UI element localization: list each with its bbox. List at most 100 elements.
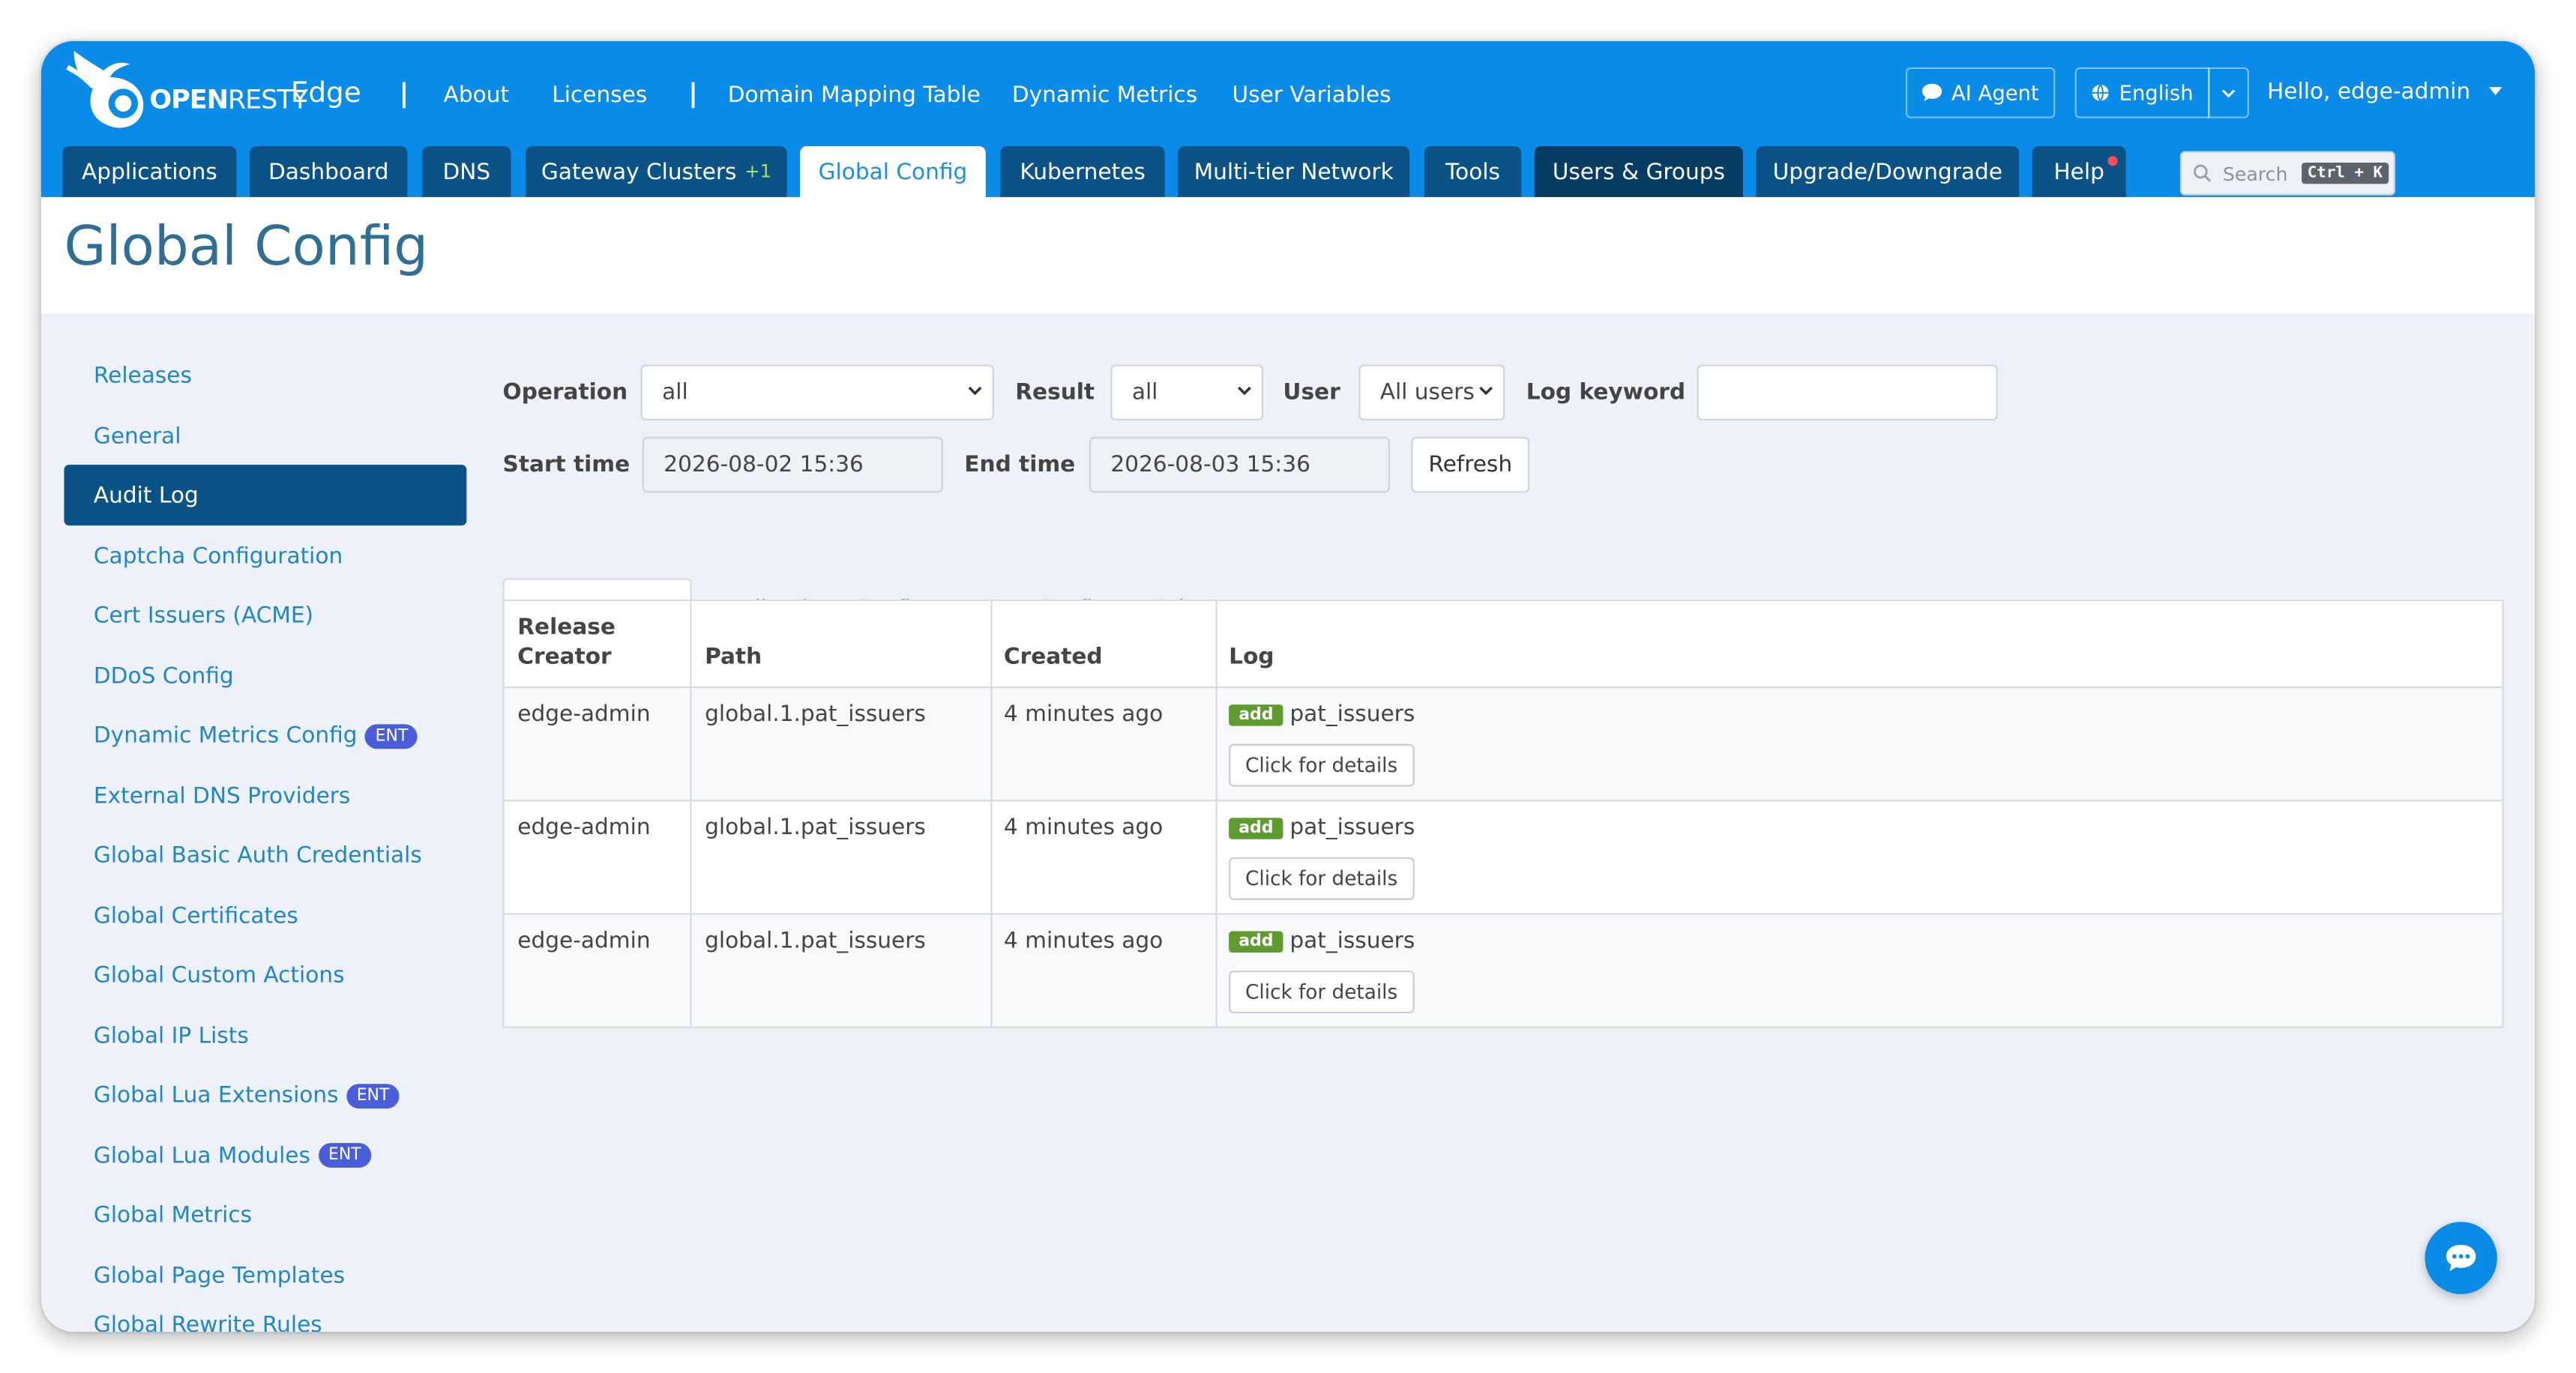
browser-window: OPENRESTY Edge | About Licenses | Domain… xyxy=(40,40,2536,1333)
add-badge: add xyxy=(1229,704,1284,726)
click-for-details-button[interactable]: Click for details xyxy=(1229,857,1415,900)
nav-separator: | xyxy=(688,76,698,109)
user-value: All users xyxy=(1379,379,1475,406)
tab-help[interactable]: Help xyxy=(2032,146,2126,197)
tab-tools[interactable]: Tools xyxy=(1424,146,1522,197)
start-time-label: Start time xyxy=(502,451,631,478)
sidebar-item-global-rewrite-rules[interactable]: Global Rewrite Rules xyxy=(64,1306,466,1332)
cell-log: add pat_issuers xyxy=(1229,928,1415,954)
log-keyword-label: Log keyword xyxy=(1526,379,1686,406)
result-select[interactable]: all xyxy=(1110,364,1264,420)
nav-link-about[interactable]: About xyxy=(444,82,509,109)
operation-select[interactable]: all xyxy=(640,364,994,420)
nav-link-user-variables[interactable]: User Variables xyxy=(1232,82,1391,109)
log-target: pat_issuers xyxy=(1289,701,1415,728)
table-divider xyxy=(504,686,2503,689)
sidebar-item-global-lua-extensions[interactable]: Global Lua Extensions ENT xyxy=(64,1066,466,1125)
openresty-logo[interactable]: OPENRESTY xyxy=(64,44,310,130)
result-label: Result xyxy=(1015,379,1095,406)
ent-badge: ENT xyxy=(318,1143,371,1168)
logo-wordmark: OPENRESTY xyxy=(149,83,308,115)
sidebar-item-global-certificates[interactable]: Global Certificates xyxy=(64,886,466,945)
chevron-down-icon xyxy=(2221,88,2236,97)
column-header-log: Log xyxy=(1229,644,1275,671)
tab-global-config[interactable]: Global Config xyxy=(800,146,986,197)
user-select[interactable]: All users xyxy=(1358,364,1505,420)
tab-applications[interactable]: Applications xyxy=(62,146,237,197)
sidebar-item-global-lua-modules[interactable]: Global Lua Modules ENT xyxy=(64,1126,466,1185)
cell-path: global.1.pat_issuers xyxy=(705,701,926,728)
search-box[interactable]: Search Ctrl + K xyxy=(2179,151,2395,196)
result-value: all xyxy=(1131,379,1158,406)
sidebar-item-cert-issuers[interactable]: Cert Issuers (ACME) xyxy=(64,586,466,645)
notification-dot xyxy=(2107,156,2118,166)
tab-gateway-clusters[interactable]: Gateway Clusters +1 xyxy=(526,146,787,197)
nav-link-dynamic-metrics[interactable]: Dynamic Metrics xyxy=(1012,82,1197,109)
tab-dashboard[interactable]: Dashboard xyxy=(250,146,408,197)
refresh-button[interactable]: Refresh xyxy=(1411,436,1530,493)
sidebar-item-dynamic-metrics-config[interactable]: Dynamic Metrics Config ENT xyxy=(64,706,466,765)
sidebar-item-label: Dynamic Metrics Config xyxy=(93,722,358,749)
ai-agent-button[interactable]: AI Agent xyxy=(1905,67,2056,118)
sidebar-item-global-ip-lists[interactable]: Global IP Lists xyxy=(64,1006,466,1065)
table-divider xyxy=(690,601,692,1027)
click-for-details-button[interactable]: Click for details xyxy=(1229,971,1415,1014)
log-target: pat_issuers xyxy=(1289,814,1415,841)
cell-creator: edge-admin xyxy=(517,814,651,841)
ai-agent-label: AI Agent xyxy=(1951,80,2039,106)
tab-kubernetes[interactable]: Kubernetes xyxy=(1000,146,1165,197)
chevron-down-icon xyxy=(1479,386,1493,396)
end-time-label: End time xyxy=(964,451,1076,478)
cell-created: 4 minutes ago xyxy=(1003,701,1164,728)
chevron-down-icon xyxy=(968,386,982,396)
column-header-created: Created xyxy=(1003,644,1103,671)
sidebar-item-audit-log[interactable]: Audit Log xyxy=(64,465,467,526)
search-placeholder: Search xyxy=(2222,161,2288,185)
language-label: English xyxy=(2119,80,2194,106)
tab-dns[interactable]: DNS xyxy=(422,146,511,197)
cell-creator: edge-admin xyxy=(517,928,651,955)
click-for-details-button[interactable]: Click for details xyxy=(1229,743,1415,787)
log-keyword-input[interactable] xyxy=(1697,364,1998,420)
audit-log-table: Release Creator Path Created Log edge-ad… xyxy=(502,599,2504,1028)
start-time-input[interactable]: 2026-08-02 15:36 xyxy=(642,436,943,493)
tab-upgrade-downgrade[interactable]: Upgrade/Downgrade xyxy=(1756,146,2020,197)
sidebar-item-global-custom-actions[interactable]: Global Custom Actions xyxy=(64,946,466,1005)
user-menu[interactable]: Hello, edge-admin xyxy=(2267,79,2503,106)
chat-bubble-icon xyxy=(1922,83,1942,101)
tab-gateway-clusters-label: Gateway Clusters xyxy=(541,158,737,185)
tab-multi-tier-network[interactable]: Multi-tier Network xyxy=(1178,146,1410,197)
sidebar-item-captcha-configuration[interactable]: Captcha Configuration xyxy=(64,526,466,585)
search-shortcut: Ctrl + K xyxy=(2300,162,2389,184)
language-dropdown-toggle[interactable] xyxy=(2208,67,2249,118)
nav-link-licenses[interactable]: Licenses xyxy=(552,82,647,109)
sidebar-item-global-metrics[interactable]: Global Metrics xyxy=(64,1186,466,1245)
search-icon xyxy=(2193,164,2212,182)
cell-path: global.1.pat_issuers xyxy=(705,928,926,955)
cell-creator: edge-admin xyxy=(517,701,651,728)
page-header: Global Config xyxy=(40,196,2536,314)
operation-label: Operation xyxy=(502,379,628,406)
sidebar-item-global-page-templates[interactable]: Global Page Templates xyxy=(64,1246,466,1305)
add-badge: add xyxy=(1229,818,1284,839)
end-time-input[interactable]: 2026-08-03 15:36 xyxy=(1089,436,1390,493)
sidebar-item-external-dns-providers[interactable]: External DNS Providers xyxy=(64,766,466,825)
nav-link-domain-mapping-table[interactable]: Domain Mapping Table xyxy=(728,82,981,109)
chat-support-button[interactable] xyxy=(2425,1222,2497,1294)
globe-icon xyxy=(2092,84,2109,102)
user-label: User xyxy=(1283,379,1340,406)
chevron-down-icon xyxy=(1238,386,1251,396)
page-title: Global Config xyxy=(64,213,429,278)
add-badge: add xyxy=(1229,931,1284,953)
sidebar-item-ddos-config[interactable]: DDoS Config xyxy=(64,646,466,705)
table-divider xyxy=(504,800,2503,802)
language-button[interactable]: English xyxy=(2074,67,2210,118)
logo-bird-icon xyxy=(66,50,144,128)
sidebar-item-general[interactable]: General xyxy=(64,406,466,465)
tab-users-groups[interactable]: Users & Groups xyxy=(1534,146,1744,197)
sidebar-item-global-basic-auth-credentials[interactable]: Global Basic Auth Credentials xyxy=(64,826,466,885)
cell-created: 4 minutes ago xyxy=(1003,814,1164,841)
chat-icon xyxy=(2446,1245,2476,1272)
user-greeting: Hello, edge-admin xyxy=(2267,79,2471,106)
sidebar-item-releases[interactable]: Releases xyxy=(64,346,466,405)
